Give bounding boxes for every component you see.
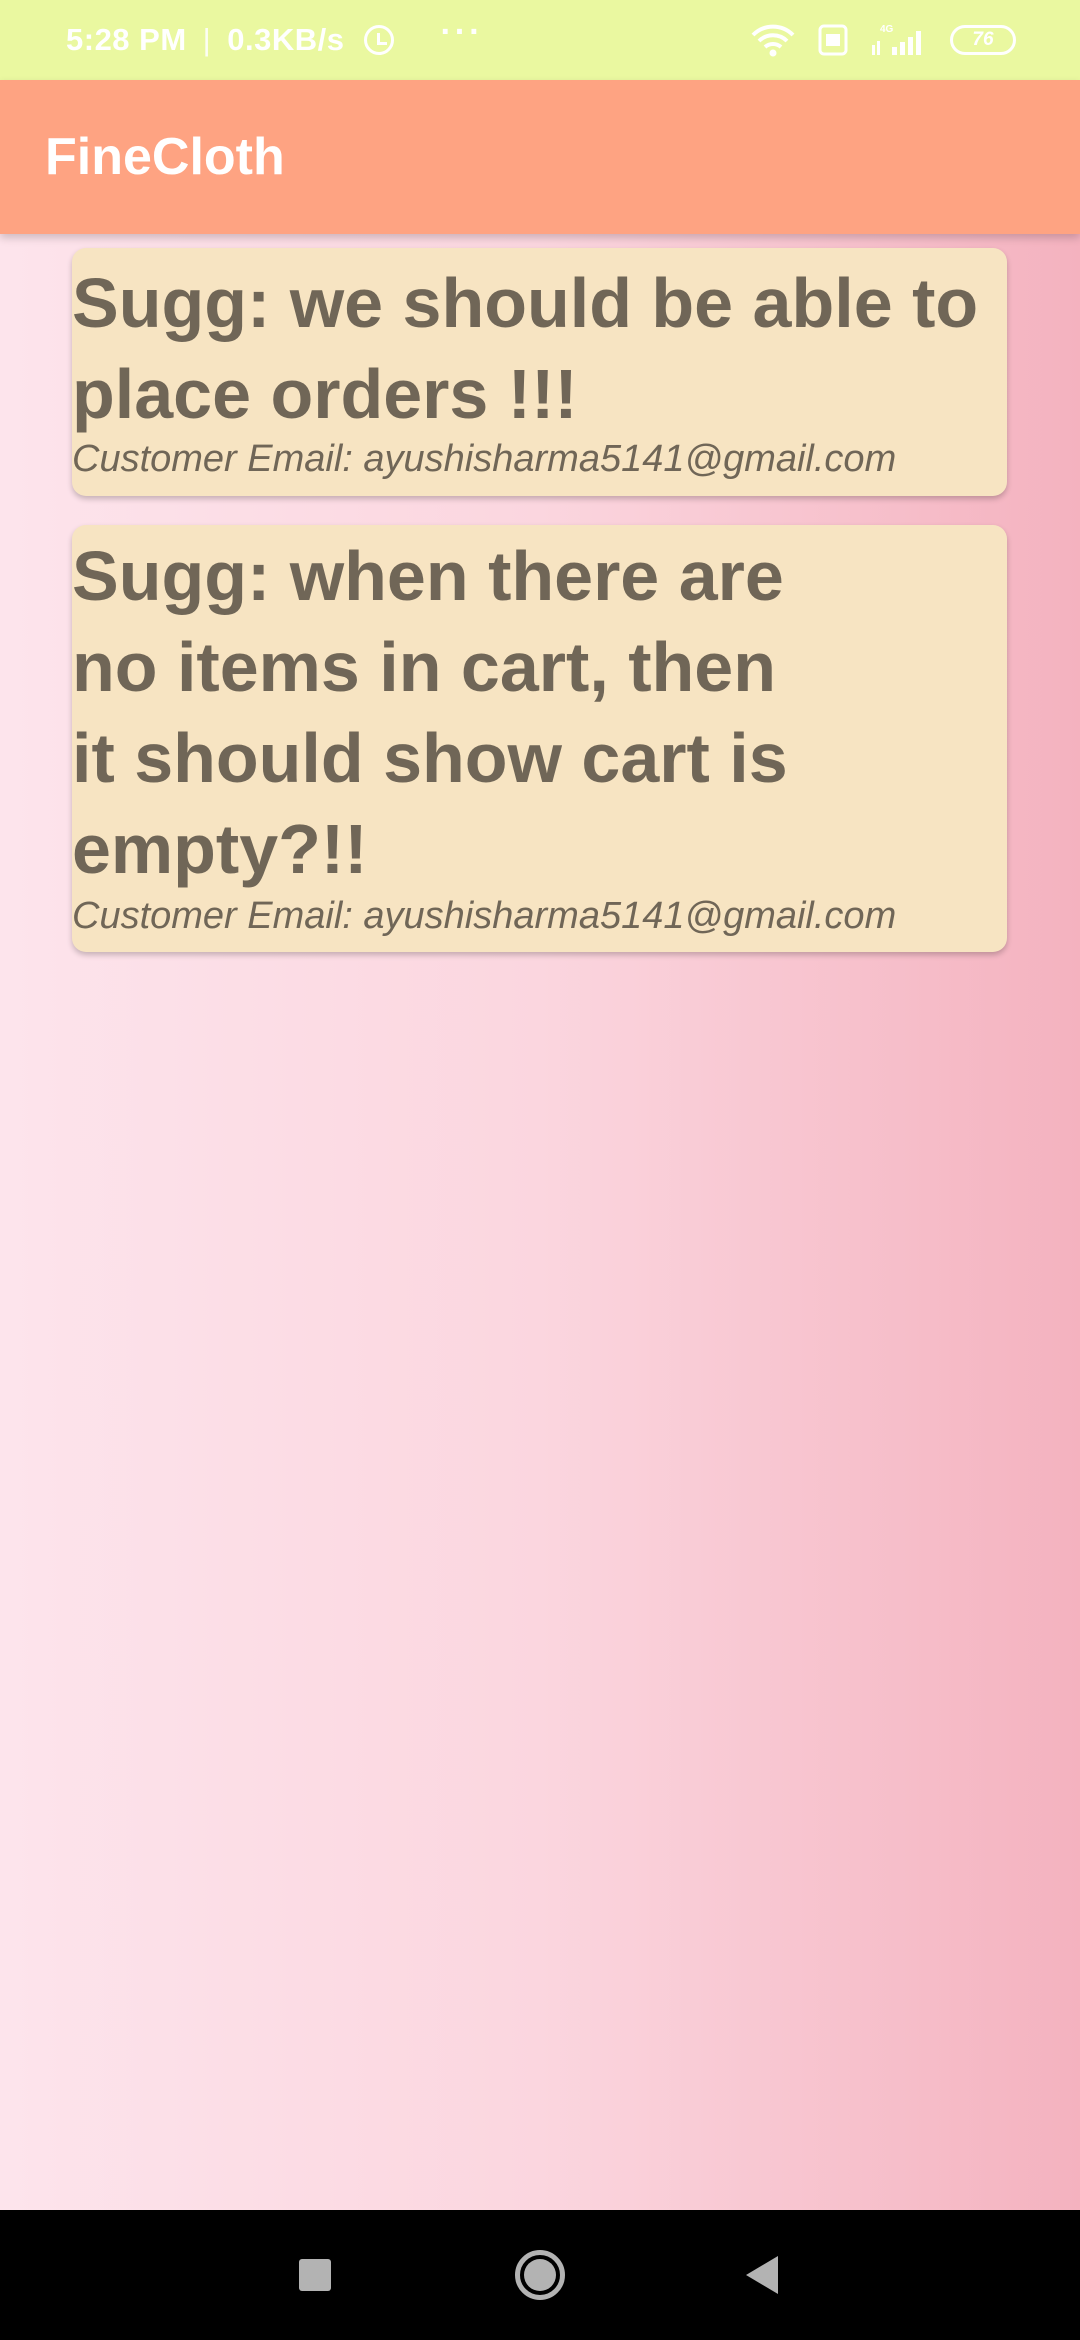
network-type: 4G: [880, 24, 894, 35]
status-separator: |: [202, 22, 212, 57]
status-time: 5:28 PM: [66, 22, 187, 57]
more-icon: ···: [440, 13, 484, 51]
status-bar: 5:28 PM | 0.3KB/s ··· 4G 76: [0, 0, 1080, 80]
suggestion-text: Sugg: we should be able to place orders …: [72, 264, 979, 433]
signal-icon: 4G: [870, 23, 928, 57]
back-icon[interactable]: [746, 2256, 778, 2294]
status-right: 4G 76: [750, 23, 1016, 57]
alarm-icon: [364, 25, 395, 55]
wifi-icon: [750, 23, 796, 57]
screen: 5:28 PM | 0.3KB/s ··· 4G 76 FineCloth Su…: [0, 0, 1080, 2340]
customer-email: Customer Email: ayushisharma5141@gmail.c…: [72, 895, 897, 937]
app-bar: FineCloth: [0, 80, 1080, 234]
status-left: 5:28 PM | 0.3KB/s ···: [66, 15, 483, 58]
suggestion-text: Sugg: when there are no items in cart, t…: [72, 537, 788, 888]
suggestion-card[interactable]: Sugg: we should be able to place orders …: [72, 248, 1007, 496]
app-title: FineCloth: [45, 128, 285, 186]
recents-icon[interactable]: [299, 2259, 331, 2291]
customer-email: Customer Email: ayushisharma5141@gmail.c…: [72, 438, 897, 480]
home-icon[interactable]: [515, 2250, 565, 2300]
sim-icon: [818, 24, 848, 56]
navigation-bar: [0, 2210, 1080, 2340]
status-net-speed: 0.3KB/s: [227, 22, 345, 57]
battery-icon: 76: [950, 25, 1016, 55]
suggestion-card[interactable]: Sugg: when there are no items in cart, t…: [72, 525, 1007, 952]
